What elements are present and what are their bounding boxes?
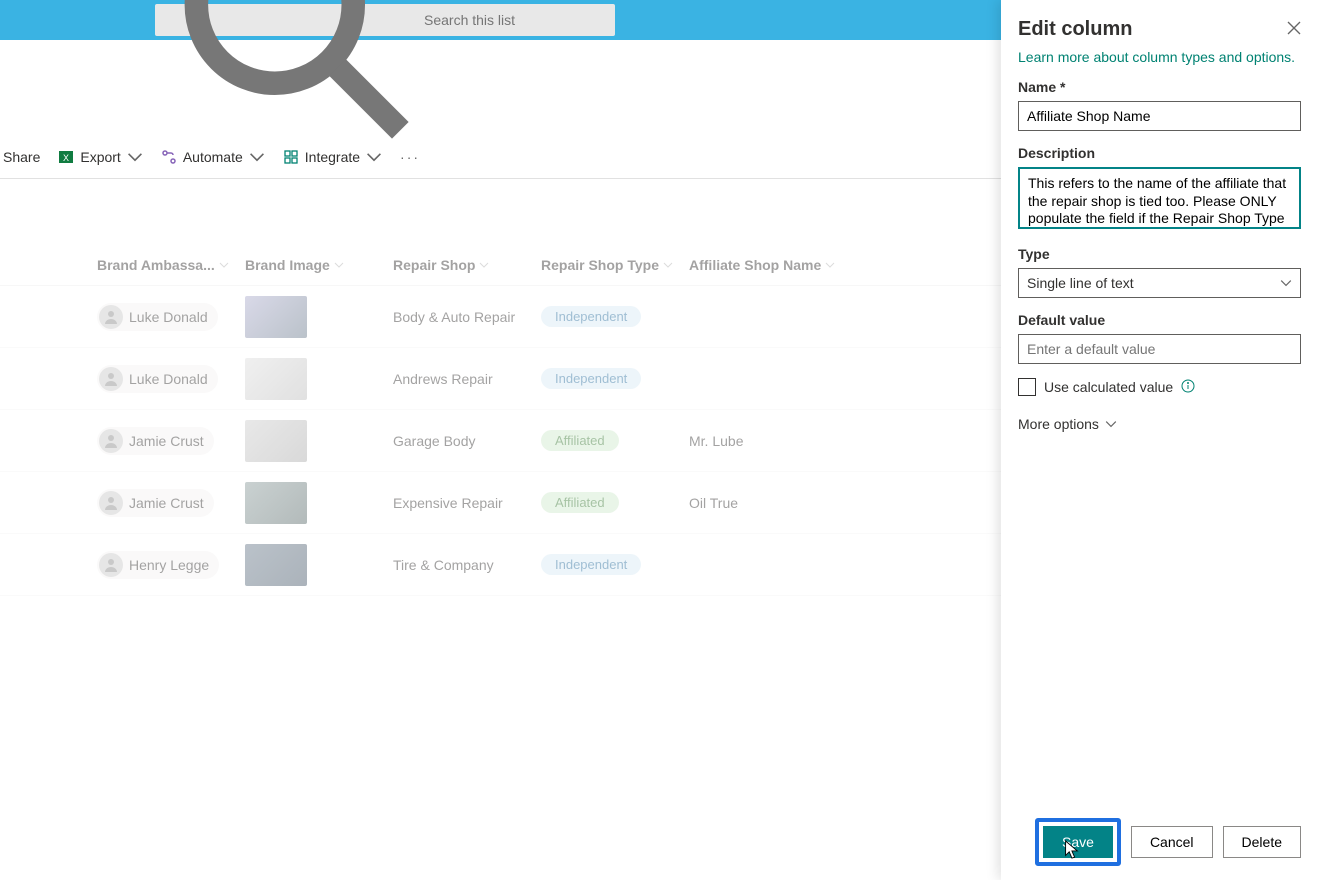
shop-type-pill: Affiliated (541, 492, 619, 513)
brand-image-thumb[interactable] (245, 544, 307, 586)
more-button[interactable]: ··· (400, 149, 420, 165)
avatar (99, 305, 123, 329)
shop-type-pill: Independent (541, 554, 641, 575)
person-pill[interactable]: Jamie Crust (97, 427, 214, 455)
repair-shop-cell: Body & Auto Repair (393, 309, 541, 325)
repair-shop-cell: Andrews Repair (393, 371, 541, 387)
more-options-toggle[interactable]: More options (1018, 416, 1301, 432)
affiliate-name-cell: Oil True (689, 495, 929, 511)
save-highlight: Save (1035, 818, 1121, 866)
chevron-down-icon (663, 260, 673, 270)
person-name: Luke Donald (129, 371, 208, 387)
avatar (99, 491, 123, 515)
shop-type-pill: Affiliated (541, 430, 619, 451)
search-input[interactable] (424, 12, 605, 28)
chevron-down-icon (219, 260, 229, 270)
person-pill[interactable]: Henry Legge (97, 551, 219, 579)
shop-type-pill: Independent (541, 306, 641, 327)
brand-image-thumb[interactable] (245, 420, 307, 462)
edit-column-panel: Edit column Learn more about column type… (1001, 0, 1318, 880)
avatar (99, 429, 123, 453)
svg-text:X: X (63, 153, 69, 163)
automate-button[interactable]: Automate (161, 149, 265, 165)
type-select[interactable]: Single line of text (1018, 268, 1301, 298)
person-name: Luke Donald (129, 309, 208, 325)
search-icon (165, 0, 416, 146)
excel-icon: X (58, 149, 74, 165)
person-name: Jamie Crust (129, 433, 204, 449)
description-textarea[interactable]: This refers to the name of the affiliate… (1018, 167, 1301, 229)
chevron-down-icon (334, 260, 344, 270)
delete-button[interactable]: Delete (1223, 826, 1301, 858)
col-affiliate-shop-name[interactable]: Affiliate Shop Name (689, 257, 929, 273)
chevron-down-icon (127, 149, 143, 165)
person-name: Henry Legge (129, 557, 209, 573)
col-repair-shop[interactable]: Repair Shop (393, 257, 541, 273)
save-button[interactable]: Save (1043, 826, 1113, 858)
col-brand-image[interactable]: Brand Image (245, 257, 393, 273)
chevron-down-icon (249, 149, 265, 165)
person-name: Jamie Crust (129, 495, 204, 511)
panel-footer: Save Cancel Delete (1018, 818, 1301, 866)
name-label: Name * (1018, 79, 1301, 95)
repair-shop-cell: Expensive Repair (393, 495, 541, 511)
chevron-down-icon (479, 260, 489, 270)
close-button[interactable] (1287, 21, 1301, 38)
person-pill[interactable]: Luke Donald (97, 303, 218, 331)
grid-icon (283, 149, 299, 165)
integrate-button[interactable]: Integrate (283, 149, 382, 165)
default-value-input[interactable] (1018, 334, 1301, 364)
affiliate-name-cell: Mr. Lube (689, 433, 929, 449)
type-label: Type (1018, 246, 1301, 262)
description-label: Description (1018, 145, 1301, 161)
chevron-down-icon (825, 260, 835, 270)
default-value-label: Default value (1018, 312, 1301, 328)
share-button[interactable]: Share (3, 149, 40, 165)
avatar (99, 553, 123, 577)
col-brand-ambassador[interactable]: Brand Ambassa... (97, 257, 245, 273)
brand-image-thumb[interactable] (245, 358, 307, 400)
export-button[interactable]: X Export (58, 149, 142, 165)
chevron-down-icon (1280, 277, 1292, 289)
use-calculated-checkbox[interactable] (1018, 378, 1036, 396)
info-icon[interactable] (1181, 379, 1195, 396)
chevron-down-icon (366, 149, 382, 165)
repair-shop-cell: Garage Body (393, 433, 541, 449)
cancel-button[interactable]: Cancel (1131, 826, 1213, 858)
col-repair-shop-type[interactable]: Repair Shop Type (541, 257, 689, 273)
use-calculated-label: Use calculated value (1044, 379, 1173, 395)
person-pill[interactable]: Luke Donald (97, 365, 218, 393)
repair-shop-cell: Tire & Company (393, 557, 541, 573)
brand-image-thumb[interactable] (245, 482, 307, 524)
learn-link[interactable]: Learn more about column types and option… (1018, 49, 1301, 65)
search-box[interactable] (155, 4, 615, 36)
avatar (99, 367, 123, 391)
close-icon (1287, 21, 1301, 35)
brand-image-thumb[interactable] (245, 296, 307, 338)
flow-icon (161, 149, 177, 165)
shop-type-pill: Independent (541, 368, 641, 389)
panel-title: Edit column (1018, 18, 1132, 41)
name-input[interactable] (1018, 101, 1301, 131)
chevron-down-icon (1105, 418, 1117, 430)
person-pill[interactable]: Jamie Crust (97, 489, 214, 517)
